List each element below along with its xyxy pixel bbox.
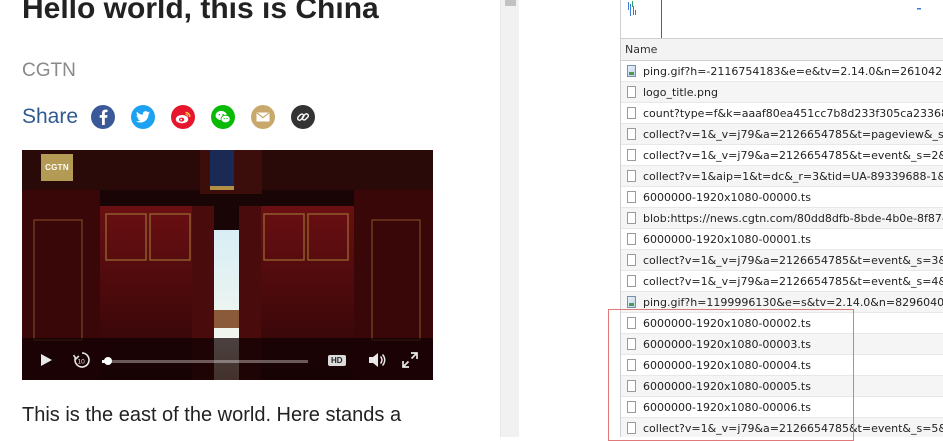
network-timeline-overview[interactable]: [621, 0, 943, 39]
request-name: logo_title.png: [643, 86, 718, 99]
request-list: ping.gif?h=-2116754183&e=e&tv=2.14.0&n=2…: [621, 61, 943, 437]
document-file-icon: [627, 275, 636, 287]
document-file-icon: [627, 128, 636, 140]
weibo-icon[interactable]: [171, 105, 196, 129]
article-body-text: This is the east of the world. Here stan…: [22, 404, 402, 426]
request-row[interactable]: logo_title.png: [621, 82, 943, 103]
replay-10-icon[interactable]: 10: [72, 350, 92, 375]
request-name: collect?v=1&_v=j79&a=2126654785&t=event&…: [643, 275, 943, 288]
play-icon[interactable]: [39, 353, 53, 372]
fullscreen-icon[interactable]: [402, 352, 418, 373]
document-file-icon: [627, 422, 636, 434]
request-row[interactable]: collect?v=1&_v=j79&a=2126654785&t=event&…: [621, 271, 943, 292]
request-name: ping.gif?h=-2116754183&e=e&tv=2.14.0&n=2…: [643, 65, 943, 78]
document-file-icon: [627, 212, 636, 224]
request-name: count?type=f&k=aaaf80ea451cc7b8d233f305c…: [643, 107, 943, 120]
share-label: Share: [22, 105, 79, 128]
facebook-icon[interactable]: [91, 105, 116, 129]
email-icon[interactable]: [251, 105, 276, 129]
request-row[interactable]: 6000000-1920x1080-00004.ts: [621, 355, 943, 376]
request-row[interactable]: collect?v=1&_v=j79&a=2126654785&t=event&…: [621, 250, 943, 271]
request-row[interactable]: blob:https://news.cgtn.com/80dd8dfb-8bde…: [621, 208, 943, 229]
volume-icon[interactable]: [368, 352, 386, 373]
progress-bar[interactable]: [102, 360, 308, 363]
request-name: collect?v=1&_v=j79&a=2126654785&t=pagevi…: [643, 128, 943, 141]
request-row[interactable]: 6000000-1920x1080-00006.ts: [621, 397, 943, 418]
wechat-icon[interactable]: [211, 105, 236, 129]
document-file-icon: [627, 149, 636, 161]
request-name: collect?v=1&aip=1&t=dc&_r=3&tid=UA-89339…: [643, 170, 943, 183]
request-name: 6000000-1920x1080-00002.ts: [643, 317, 811, 330]
link-icon[interactable]: [291, 105, 316, 129]
request-name: 6000000-1920x1080-00006.ts: [643, 401, 811, 414]
request-name: 6000000-1920x1080-00003.ts: [643, 338, 811, 351]
request-row[interactable]: collect?v=1&_v=j79&a=2126654785&t=event&…: [621, 418, 943, 437]
video-player[interactable]: CGTN 10 HD: [22, 150, 433, 380]
request-name: 6000000-1920x1080-00000.ts: [643, 191, 811, 204]
document-file-icon: [627, 233, 636, 245]
document-file-icon: [627, 317, 636, 329]
timeline-graph: [628, 0, 921, 38]
document-file-icon: [627, 380, 636, 392]
article-pane: Hello world, this is China CGTN Share CG…: [0, 0, 500, 437]
document-file-icon: [627, 107, 636, 119]
request-name: collect?v=1&_v=j79&a=2126654785&t=event&…: [643, 149, 943, 162]
request-name: blob:https://news.cgtn.com/80dd8dfb-8bde…: [643, 212, 943, 225]
progress-handle[interactable]: [104, 357, 112, 365]
article-title: Hello world, this is China: [22, 0, 379, 25]
request-name: collect?v=1&_v=j79&a=2126654785&t=event&…: [643, 422, 943, 435]
document-file-icon: [627, 86, 636, 98]
request-row[interactable]: 6000000-1920x1080-00005.ts: [621, 376, 943, 397]
video-controls: 10 HD: [22, 338, 433, 380]
request-name: ping.gif?h=1199996130&e=s&tv=2.14.0&n=82…: [643, 296, 943, 309]
document-file-icon: [627, 254, 636, 266]
article-source: CGTN: [22, 60, 76, 81]
hd-quality-button[interactable]: HD: [328, 355, 346, 366]
channel-logo: CGTN: [41, 154, 73, 181]
document-file-icon: [627, 191, 636, 203]
name-column-header[interactable]: Name: [621, 39, 943, 61]
request-row[interactable]: ping.gif?h=1199996130&e=s&tv=2.14.0&n=82…: [621, 292, 943, 313]
request-row[interactable]: 6000000-1920x1080-00000.ts: [621, 187, 943, 208]
share-bar: Share: [22, 104, 331, 130]
devtools-network-panel: Name ping.gif?h=-2116754183&e=e&tv=2.14.…: [519, 0, 943, 437]
page-scrollbar[interactable]: [500, 0, 520, 437]
document-file-icon: [627, 338, 636, 350]
request-row[interactable]: 6000000-1920x1080-00003.ts: [621, 334, 943, 355]
request-row[interactable]: 6000000-1920x1080-00001.ts: [621, 229, 943, 250]
twitter-icon[interactable]: [131, 105, 156, 129]
request-name: collect?v=1&_v=j79&a=2126654785&t=event&…: [643, 254, 943, 267]
request-name: 6000000-1920x1080-00004.ts: [643, 359, 811, 372]
document-file-icon: [627, 170, 636, 182]
svg-text:10: 10: [78, 359, 86, 366]
request-name: 6000000-1920x1080-00001.ts: [643, 233, 811, 246]
scrollbar-thumb[interactable]: [505, 0, 516, 6]
request-row[interactable]: 6000000-1920x1080-00002.ts: [621, 313, 943, 334]
request-name: 6000000-1920x1080-00005.ts: [643, 380, 811, 393]
request-row[interactable]: collect?v=1&_v=j79&a=2126654785&t=pagevi…: [621, 124, 943, 145]
document-file-icon: [627, 401, 636, 413]
document-file-icon: [627, 359, 636, 371]
network-request-table: Name ping.gif?h=-2116754183&e=e&tv=2.14.…: [620, 0, 943, 437]
image-file-icon: [627, 65, 636, 77]
image-file-icon: [627, 296, 636, 308]
request-row[interactable]: ping.gif?h=-2116754183&e=e&tv=2.14.0&n=2…: [621, 61, 943, 82]
request-row[interactable]: collect?v=1&aip=1&t=dc&_r=3&tid=UA-89339…: [621, 166, 943, 187]
request-row[interactable]: count?type=f&k=aaaf80ea451cc7b8d233f305c…: [621, 103, 943, 124]
request-row[interactable]: collect?v=1&_v=j79&a=2126654785&t=event&…: [621, 145, 943, 166]
devtools-sidebar: [519, 0, 619, 437]
